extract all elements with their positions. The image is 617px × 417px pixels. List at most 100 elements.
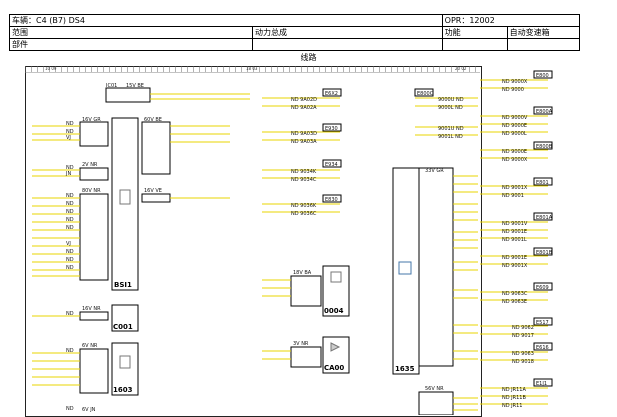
right-label: ND 9001X bbox=[502, 263, 528, 269]
right-label: ND JR11A bbox=[502, 387, 526, 393]
tag: E801 bbox=[536, 180, 549, 186]
right-label: ND 9000L bbox=[502, 131, 527, 137]
right-label: ND 9000E bbox=[502, 123, 527, 129]
left-label: ND bbox=[66, 257, 74, 263]
tag: E517 bbox=[536, 320, 549, 326]
right-label: 9001U ND bbox=[438, 126, 464, 132]
b1635-label: 1635 bbox=[395, 365, 415, 373]
tag: E930 bbox=[325, 126, 338, 132]
pins-6vnr bbox=[79, 348, 109, 394]
left-label: ND bbox=[66, 201, 74, 207]
right-label: ND 9000 bbox=[502, 87, 524, 93]
right-label: ND 9017 bbox=[512, 333, 534, 339]
tag: E830 bbox=[325, 197, 338, 203]
tag: E800B bbox=[536, 144, 553, 150]
right-label: ND 9062 bbox=[512, 325, 534, 331]
left-label: ND bbox=[66, 348, 74, 354]
right-label: ND 9018 bbox=[512, 359, 534, 365]
b1603-label: 1603 bbox=[113, 386, 133, 394]
b1635-pins-2 bbox=[418, 391, 454, 415]
right-label: ND 9063 bbox=[512, 351, 534, 357]
conn-16vgr: 16V GR bbox=[82, 117, 101, 123]
bsi1-label: BSI1 bbox=[114, 281, 132, 289]
tag: E6X2 bbox=[325, 91, 338, 97]
ca00-label: CA00 bbox=[324, 364, 344, 372]
conn-2vnr: 2V NR bbox=[82, 162, 98, 168]
b0004-label: 0004 bbox=[324, 307, 344, 315]
right-label: 9000L ND bbox=[438, 105, 463, 111]
pins-16vve bbox=[141, 193, 171, 203]
left-label: ND bbox=[66, 249, 74, 255]
tag: E800A bbox=[536, 109, 553, 115]
tag: E801B bbox=[536, 250, 553, 256]
left-label: ND bbox=[66, 225, 74, 231]
right-label: ND 9001L bbox=[502, 237, 527, 243]
left-label: ND bbox=[66, 311, 74, 317]
right-label: ND 9001X bbox=[502, 185, 528, 191]
mid-label: ND 9034C bbox=[291, 177, 317, 183]
tag: E1J1 bbox=[536, 381, 547, 387]
conn-6vjn: 6V JN bbox=[82, 407, 96, 413]
tag: E934 bbox=[325, 162, 338, 168]
left-label: ND bbox=[66, 406, 74, 412]
conn-3vnr: 3V NR bbox=[293, 341, 309, 347]
right-label: 9001L ND bbox=[438, 134, 463, 140]
c001-label: C001 bbox=[113, 323, 133, 331]
left-label: VJ bbox=[66, 135, 71, 141]
mid-label: ND 9036K bbox=[291, 203, 317, 209]
left-label: ND bbox=[66, 121, 74, 127]
left-label: ND bbox=[66, 217, 74, 223]
left-label: ND bbox=[66, 209, 74, 215]
conn-ic01: IC01 bbox=[106, 83, 117, 89]
b1635-box bbox=[392, 167, 420, 375]
conn-18vba: 18V BA bbox=[293, 270, 312, 276]
b1635-pins bbox=[418, 167, 454, 367]
tag: E800C bbox=[417, 91, 434, 97]
mid-label: ND 9034K bbox=[291, 169, 317, 175]
right-label: ND 9000X bbox=[502, 79, 528, 85]
conn-33vgr: 33V GR bbox=[425, 168, 444, 174]
conn-6vnr: 6V NR bbox=[82, 343, 98, 349]
pins-16vgr bbox=[79, 121, 109, 147]
mid-label: ND 9A02D bbox=[291, 97, 317, 103]
conn-56vnr: 56V NR bbox=[425, 386, 444, 392]
mid-label: ND 9036C bbox=[291, 211, 317, 217]
left-label: ND bbox=[66, 265, 74, 271]
conn-16vnr: 16V NR bbox=[82, 306, 101, 312]
right-label: ND 9063C bbox=[502, 291, 528, 297]
tag: E616 bbox=[536, 345, 549, 351]
tag: E800 bbox=[536, 73, 549, 79]
right-label: ND JR11B bbox=[502, 395, 526, 401]
mid-label: ND 9A02A bbox=[291, 105, 317, 111]
left-label: ND bbox=[66, 193, 74, 199]
left-label: VJ bbox=[66, 241, 71, 247]
right-label: ND 9001E bbox=[502, 255, 527, 261]
pins-80vnr bbox=[79, 193, 109, 281]
tag: E609 bbox=[536, 285, 549, 291]
right-label: ND 9001E bbox=[502, 229, 527, 235]
tag: E801A bbox=[536, 215, 553, 221]
right-label: ND 9000V bbox=[502, 115, 528, 121]
pins-ic01 bbox=[105, 87, 151, 103]
right-label: ND 9000X bbox=[502, 157, 528, 163]
pins-60vbe bbox=[141, 121, 171, 175]
right-label: ND 9000E bbox=[502, 149, 527, 155]
conn-80vnr: 80V NR bbox=[82, 188, 101, 194]
conn-60vbe: 60V BE bbox=[144, 117, 162, 123]
mid-label: ND 9A03D bbox=[291, 131, 317, 137]
right-label: ND 9001V bbox=[502, 221, 528, 227]
right-label: ND JR11 bbox=[502, 403, 523, 409]
pins-2vnr bbox=[79, 167, 109, 181]
pins-16vnr bbox=[79, 311, 109, 321]
mid-label: ND 9A03A bbox=[291, 139, 317, 145]
pins-3vnr bbox=[290, 346, 322, 368]
left-label: JN bbox=[65, 171, 71, 177]
conn-15vbe: 15V BE bbox=[126, 83, 144, 89]
wiring-diagram: BSI1 C001 1603 0004 CA00 1635 IC01 15V B… bbox=[32, 70, 553, 415]
right-label: 9000U ND bbox=[438, 97, 464, 103]
conn-16vve: 16V VE bbox=[144, 188, 162, 194]
wires bbox=[32, 79, 548, 411]
pins-18vba bbox=[290, 275, 322, 307]
right-label: ND 9001 bbox=[502, 193, 524, 199]
right-label: ND 9063E bbox=[502, 299, 527, 305]
